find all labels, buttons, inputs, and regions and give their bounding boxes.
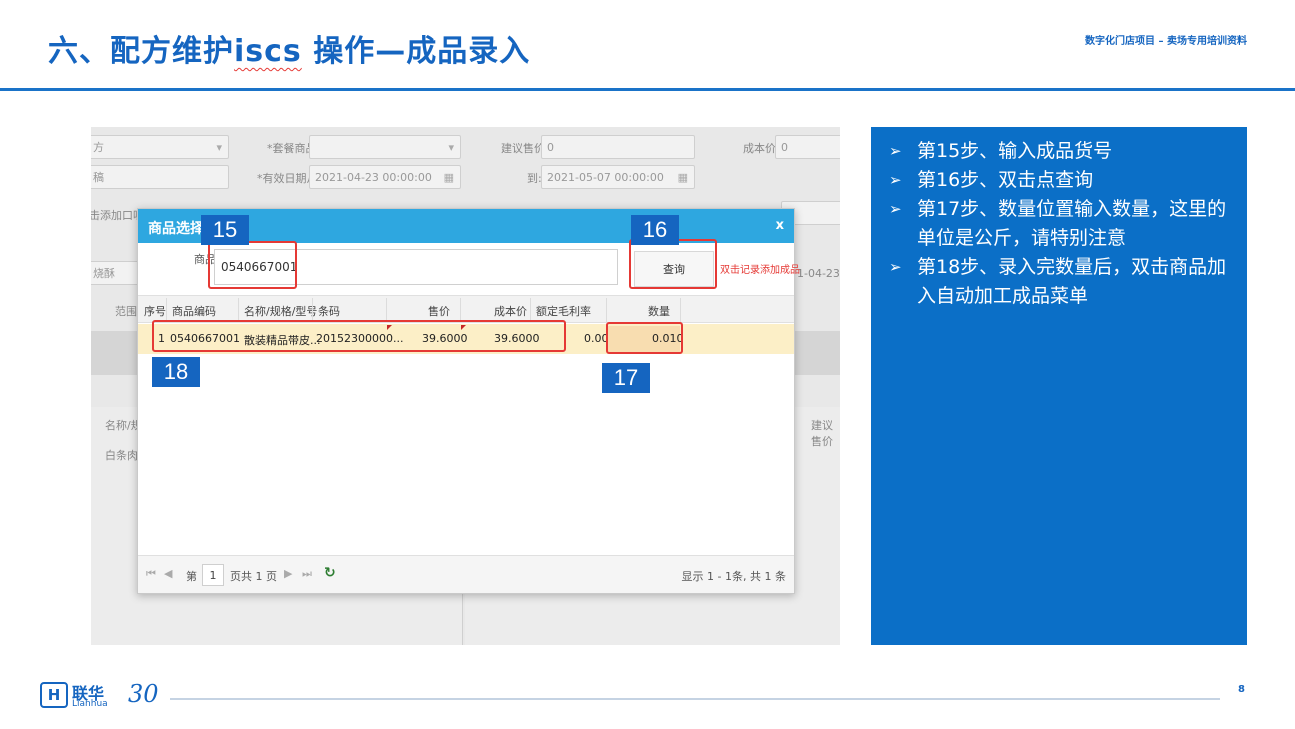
- col-name[interactable]: 名称/规格/型号: [244, 303, 317, 319]
- bg-field-b[interactable]: 稿: [91, 165, 229, 189]
- pager-summary: 显示 1 - 1条, 共 1 条: [681, 570, 786, 583]
- step-tag-16: 16: [631, 215, 679, 245]
- calendar-icon: ▦: [677, 170, 688, 184]
- title-prefix: 六、配方维护: [48, 34, 234, 69]
- steps-panel: ➢ 第15步、输入成品货号 ➢ 第16步、双击点查询 ➢ 第17步、数量位置输入数量，…: [871, 127, 1247, 645]
- bg-valid-to-input[interactable]: 2021-05-07 00:00:00 ▦: [541, 165, 695, 189]
- arrow-bullet-icon: ➢: [889, 142, 902, 160]
- arrow-bullet-icon: ➢: [889, 200, 902, 218]
- dialog-title: 商品选择: [148, 221, 204, 237]
- refresh-icon[interactable]: ↻: [324, 565, 336, 581]
- logo-mark-icon: H: [40, 682, 68, 708]
- step-tag-17: 17: [602, 363, 650, 393]
- footer-divider: [170, 698, 1220, 700]
- col-index[interactable]: 序号: [144, 303, 166, 319]
- first-page-icon[interactable]: ⏮: [146, 567, 156, 581]
- close-icon[interactable]: x: [776, 218, 784, 233]
- logo-anniversary: 30: [128, 680, 159, 708]
- title-suffix: 操作—成品录入: [301, 34, 531, 69]
- highlight-box-18: [152, 320, 566, 352]
- prev-page-icon[interactable]: ◀: [164, 567, 172, 580]
- chevron-down-icon: ▾: [448, 140, 454, 154]
- page-prefix: 第: [186, 570, 197, 583]
- bg-label-to: 到:: [527, 172, 542, 185]
- double-click-hint: 双击记录添加成品: [720, 265, 800, 276]
- step-tag-15: 15: [201, 215, 249, 245]
- step-15: ➢ 第15步、输入成品货号: [889, 137, 1229, 166]
- bg-valid-from-input[interactable]: 2021-04-23 00:00:00 ▦: [309, 165, 461, 189]
- page-number-input[interactable]: 1: [202, 564, 224, 586]
- slide-subtitle: 数字化门店项目 – 卖场专用培训资料: [1085, 36, 1247, 47]
- bg-field-a[interactable]: 方 ▾: [91, 135, 229, 159]
- page-total: 页共 1 页: [230, 570, 277, 583]
- bg-suggest-price-input[interactable]: 0: [541, 135, 695, 159]
- pager: ⏮ ◀ 第 1 页共 1 页 ▶ ⏭ ↻ 显示 1 - 1条, 共 1 条: [138, 555, 794, 593]
- col-qty[interactable]: 数量: [648, 303, 670, 319]
- grid-header: 序号 商品编码 名称/规格/型号 条码 售价 成本价 额定毛利率 数量: [138, 295, 794, 323]
- step-18: ➢ 第18步、录入完数量后，双击商品加入自动加工成品菜单: [889, 253, 1229, 311]
- highlight-box-15: [208, 241, 297, 289]
- cell-margin: 0.00: [584, 332, 609, 345]
- header-divider: [0, 88, 1295, 91]
- last-page-icon[interactable]: ⏭: [302, 567, 312, 581]
- arrow-bullet-icon: ➢: [889, 171, 902, 189]
- bg-right-date: 1-04-23 17: [797, 267, 840, 280]
- title-keyword: iscs: [234, 34, 302, 69]
- bg-label-scope: 范围: [115, 305, 137, 318]
- col-margin[interactable]: 额定毛利率: [536, 303, 591, 319]
- step-tag-18: 18: [152, 357, 200, 387]
- col-price[interactable]: 售价: [428, 303, 450, 319]
- col-barcode[interactable]: 条码: [318, 303, 340, 319]
- chevron-down-icon: ▾: [216, 140, 222, 154]
- highlight-box-17: [606, 322, 683, 354]
- arrow-bullet-icon: ➢: [889, 258, 902, 276]
- bg-set-item-input[interactable]: ▾: [309, 135, 461, 159]
- step-16: ➢ 第16步、双击点查询: [889, 166, 1229, 195]
- next-page-icon[interactable]: ▶: [284, 567, 292, 580]
- lianhua-logo: H 联华 Lianhua 30: [40, 680, 170, 712]
- col-code[interactable]: 商品编码: [172, 303, 216, 319]
- col-cost[interactable]: 成本价: [494, 303, 527, 319]
- logo-en: Lianhua: [72, 699, 108, 709]
- slide-title: 六、配方维护iscs 操作—成品录入: [48, 26, 530, 70]
- bg-cost-price-input[interactable]: 0: [775, 135, 840, 159]
- step-17: ➢ 第17步、数量位置输入数量，这里的单位是公斤，请特别注意: [889, 195, 1229, 253]
- calendar-icon: ▦: [443, 170, 454, 184]
- page-number: 8: [1238, 684, 1245, 695]
- screenshot-area: 方 ▾ 稿 击添加口味 烧酥 *套餐商品: ▾ *有效日期从: 2021-04-2…: [91, 127, 840, 645]
- bg-col-suggest: 建议售价: [811, 419, 833, 448]
- highlight-box-16: [629, 239, 717, 289]
